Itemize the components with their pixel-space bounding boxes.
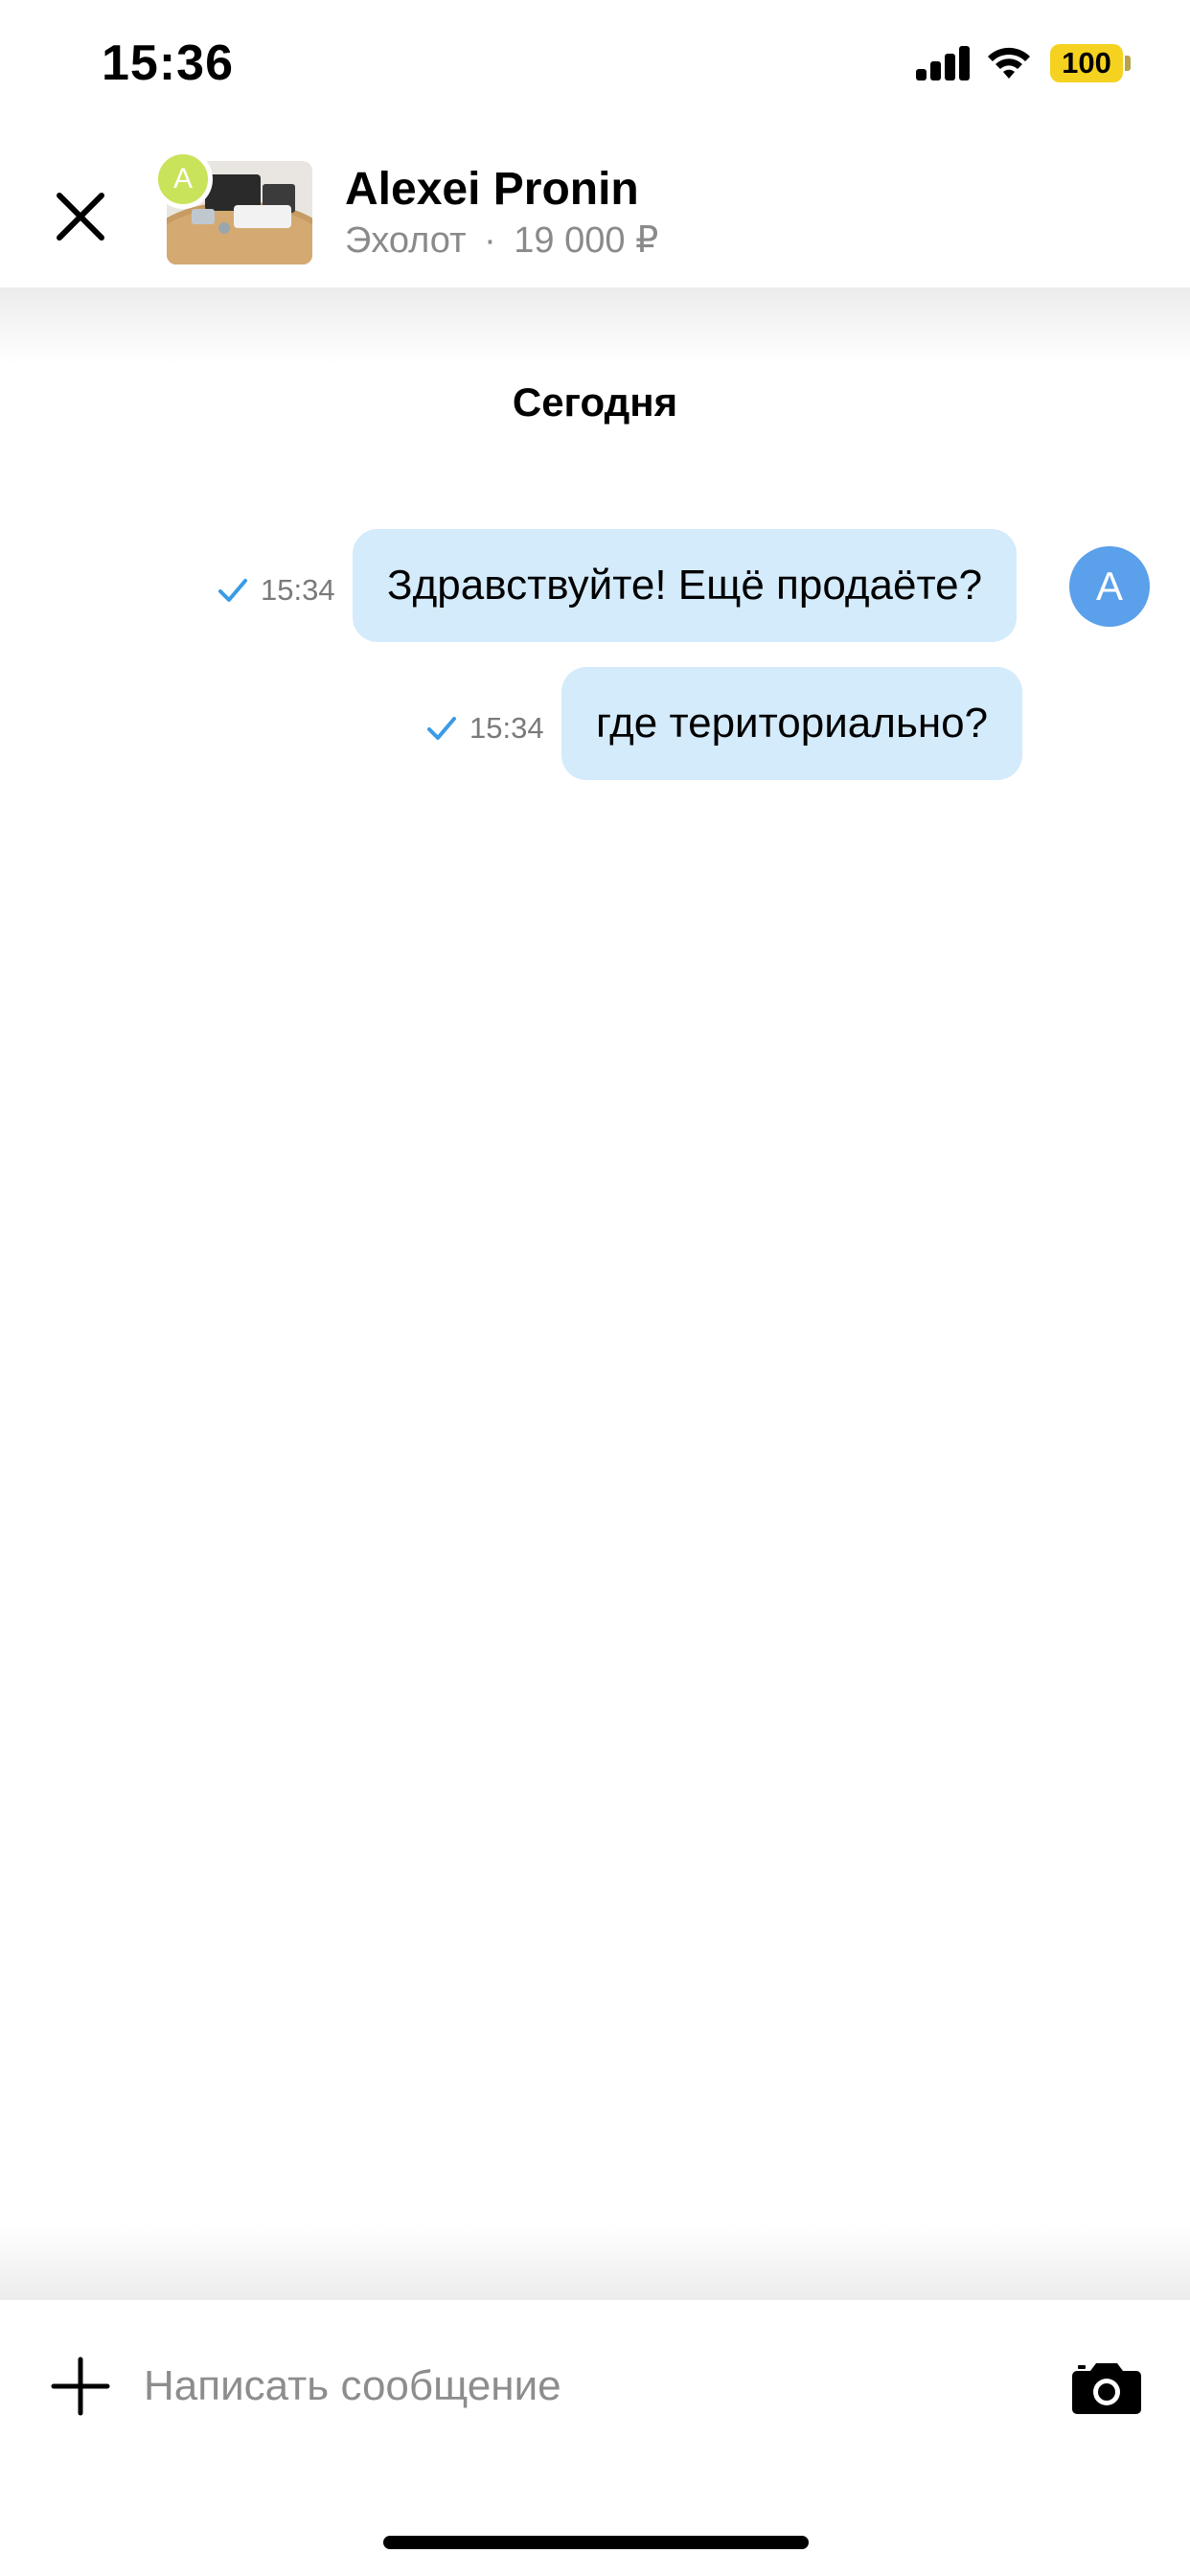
separator: · bbox=[484, 220, 496, 261]
status-bar: 15:36 100 bbox=[0, 0, 1190, 134]
check-icon bbox=[427, 717, 456, 740]
contact-name[interactable]: Alexei Pronin bbox=[345, 163, 639, 216]
sender-avatar[interactable]: A bbox=[1069, 546, 1150, 627]
listing-title: Эхолот bbox=[345, 220, 467, 261]
listing-price: 19 000 ₽ bbox=[514, 220, 659, 261]
home-indicator[interactable] bbox=[383, 2536, 809, 2549]
battery-tip bbox=[1125, 56, 1131, 71]
message-bubble[interactable]: Здравствуйте! Ещё продаёте? bbox=[353, 529, 1018, 642]
signal-icon bbox=[916, 46, 972, 80]
close-icon[interactable] bbox=[46, 182, 115, 251]
message-bubble[interactable]: где териториально? bbox=[561, 667, 1023, 780]
camera-icon[interactable] bbox=[1071, 2359, 1142, 2415]
plus-icon[interactable] bbox=[50, 2356, 111, 2417]
message-time: 15:34 bbox=[469, 711, 544, 745]
footer-shadow bbox=[0, 2223, 1190, 2300]
chat-header: A Alexei Pronin Эхолот · 19 000 ₽ bbox=[0, 134, 1190, 288]
header-shadow bbox=[0, 288, 1190, 364]
message-meta: 15:34 bbox=[217, 573, 335, 608]
message-meta: 15:34 bbox=[425, 711, 544, 746]
message-time: 15:34 bbox=[261, 573, 335, 607]
battery-icon: 100 bbox=[1050, 44, 1123, 82]
seller-avatar: A bbox=[153, 150, 213, 209]
status-time: 15:36 bbox=[102, 35, 234, 91]
message-input[interactable] bbox=[144, 2338, 1006, 2434]
check-icon bbox=[218, 579, 247, 602]
day-separator: Сегодня bbox=[512, 380, 678, 425]
wifi-icon bbox=[988, 47, 1030, 79]
message-composer bbox=[0, 2300, 1190, 2472]
listing-summary[interactable]: Эхолот · 19 000 ₽ bbox=[345, 218, 658, 262]
listing-thumbnail[interactable]: A bbox=[153, 150, 316, 274]
